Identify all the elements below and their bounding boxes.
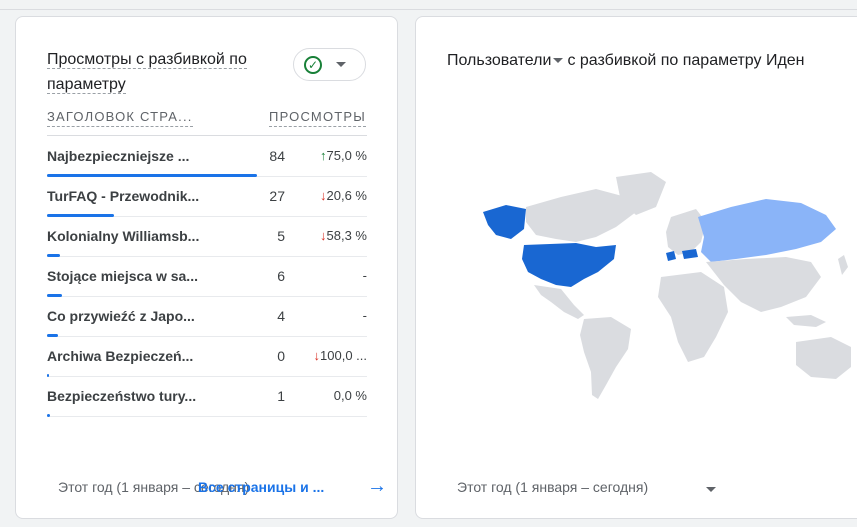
column-header-page-title[interactable]: ЗАГОЛОВОК СТРА... — [47, 109, 193, 127]
chevron-down-icon[interactable] — [553, 58, 564, 63]
table-row[interactable]: Co przywieźć z Japo... 4 - — [47, 296, 367, 337]
change-value: 75,0 % — [326, 148, 367, 163]
table-row[interactable]: TurFAQ - Przewodnik... 27 ↓20,6 % — [47, 176, 367, 217]
change-cell: ↓58,3 % — [320, 228, 367, 243]
map-country-mexico[interactable] — [534, 285, 584, 319]
check-circle-icon: ✓ — [304, 55, 322, 74]
change-value: - — [362, 268, 367, 283]
comparison-status-chip[interactable]: ✓ — [293, 48, 366, 81]
map-country-europe-highlight[interactable] — [666, 251, 676, 261]
change-cell: ↓20,6 % — [320, 188, 367, 203]
page-title-cell: Kolonialny Williamsb... — [47, 228, 200, 244]
column-header-page-title-text: ЗАГОЛОВОК СТРА... — [47, 109, 193, 127]
map-country-canada[interactable] — [526, 189, 636, 242]
card-title-rest: с разбивкой по параметру Иден — [567, 52, 805, 69]
chevron-down-icon[interactable] — [706, 487, 716, 492]
page-title-cell: Bezpieczeństwo tury... — [47, 388, 197, 404]
views-value-cell: 84 — [269, 148, 285, 164]
view-all-pages-link[interactable]: Все страницы и ... — [198, 479, 324, 495]
users-by-country-card: Пользователи с разбивкой по параметру Иде… — [415, 16, 857, 519]
date-range-selector[interactable]: Этот год (1 января – сегодня) — [457, 479, 648, 495]
map-country-europe[interactable] — [666, 209, 706, 255]
world-map[interactable] — [466, 167, 857, 417]
change-cell: 0,0 % — [334, 388, 367, 403]
change-value: 0,0 % — [333, 388, 367, 403]
page-title-cell: Archiwa Bezpieczeń... — [47, 348, 194, 364]
change-cell: - — [363, 268, 367, 283]
table-row[interactable]: Najbezpieczniejsze ... 84 ↑75,0 % — [47, 136, 367, 177]
arrow-right-icon[interactable]: → — [367, 475, 387, 498]
change-cell: - — [363, 308, 367, 323]
card-title-text: Просмотры с разбивкой по параметру — [47, 51, 247, 94]
map-country-south-america[interactable] — [580, 317, 631, 399]
views-share-bar — [47, 414, 50, 417]
table-row[interactable]: Stojące miejsca w sa... 6 - — [47, 256, 367, 297]
page-title-cell: Co przywieźć z Japo... — [47, 308, 195, 324]
change-value: 20,6 % — [326, 188, 367, 203]
top-divider — [0, 0, 857, 10]
views-value-cell: 0 — [277, 348, 285, 364]
views-value-cell: 6 — [277, 268, 285, 284]
metric-selector[interactable]: Пользователи — [447, 52, 551, 69]
map-country-indonesia[interactable] — [786, 315, 826, 327]
change-value: 100,0 ... — [320, 348, 367, 363]
views-value-cell: 5 — [277, 228, 285, 244]
change-cell: ↓100,0 ... — [314, 348, 367, 363]
chevron-down-icon — [336, 62, 346, 67]
change-cell: ↑75,0 % — [320, 148, 367, 163]
map-country-usa[interactable] — [522, 243, 616, 287]
pages-views-card: Просмотры с разбивкой по параметру ✓ ЗАГ… — [15, 16, 398, 519]
column-header-views-text: ПРОСМОТРЫ — [269, 109, 366, 127]
card-title: Пользователи с разбивкой по параметру Иде… — [447, 52, 805, 70]
views-value-cell: 4 — [277, 308, 285, 324]
card-title: Просмотры с разбивкой по параметру — [47, 47, 267, 99]
views-value-cell: 27 — [269, 188, 285, 204]
page-title-cell: TurFAQ - Przewodnik... — [47, 188, 200, 204]
page-title-cell: Najbezpieczniejsze ... — [47, 148, 190, 164]
map-country-russia[interactable] — [698, 199, 836, 262]
views-value-cell: 1 — [277, 388, 285, 404]
column-header-views[interactable]: ПРОСМОТРЫ — [269, 109, 366, 127]
map-country-alaska[interactable] — [483, 205, 526, 239]
change-value: - — [362, 308, 367, 323]
table-row[interactable]: Bezpieczeństwo tury... 1 0,0 % — [47, 376, 367, 417]
page-title-cell: Stojące miejsca w sa... — [47, 268, 198, 284]
table-row[interactable]: Kolonialny Williamsb... 5 ↓58,3 % — [47, 216, 367, 257]
map-country-australia[interactable] — [796, 337, 851, 379]
change-value: 58,3 % — [326, 228, 367, 243]
table-row[interactable]: Archiwa Bezpieczeń... 0 ↓100,0 ... — [47, 336, 367, 377]
check-glyph: ✓ — [307, 57, 319, 72]
map-country-japan[interactable] — [838, 255, 848, 275]
map-country-africa[interactable] — [658, 272, 728, 362]
